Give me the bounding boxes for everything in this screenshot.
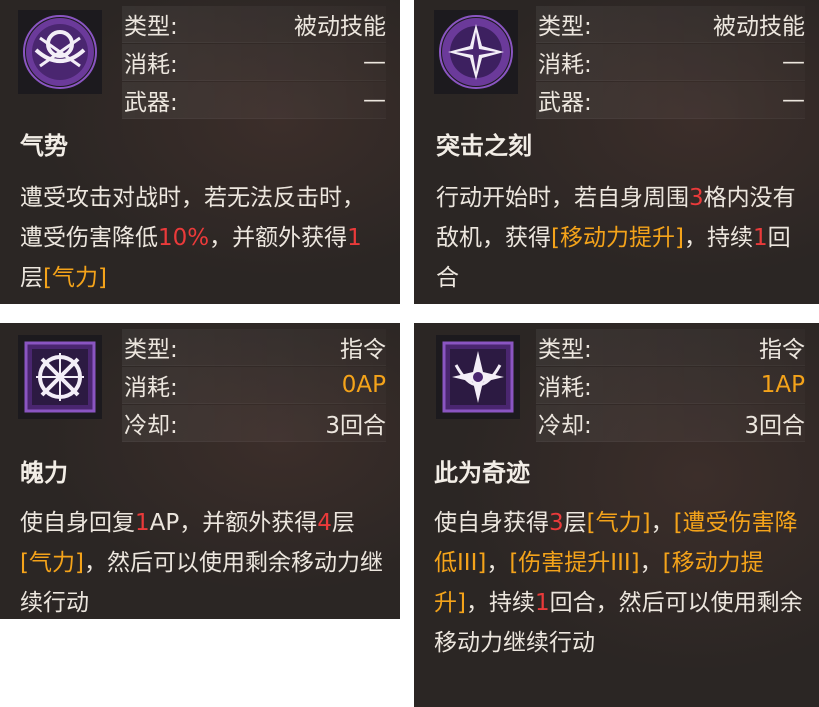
skill-card-ciweiqiji: 类型: 指令 消耗: 1AP 冷却: 3回合 此为奇迹 使自身获得3层[气力]，… [414, 323, 819, 707]
numeric-highlight: 10% [158, 225, 210, 251]
circle-emblem-icon [18, 10, 102, 94]
knot-emblem-icon [18, 335, 102, 419]
description-text: ， [486, 550, 510, 576]
stat-value: — [363, 49, 386, 75]
description-text: 行动开始时，若自身周围 [436, 185, 689, 211]
numeric-highlight: 3 [689, 185, 704, 211]
stat-label: 类型: [538, 14, 592, 40]
description-text: ， [639, 550, 663, 576]
stat-value: 被动技能 [294, 14, 386, 40]
description-text: AP，并额外获得 [149, 510, 318, 536]
skill-description: 使自身获得3层[气力]，[遭受伤害降低III]，[伤害提升III]，[移动力提升… [434, 503, 803, 663]
skill-description: 遭受攻击对战时，若无法反击时，遭受伤害降低10%，并额外获得1层[气力] [20, 178, 384, 298]
status-effect-keyword: [伤害提升III] [509, 550, 640, 576]
numeric-highlight: 1 [347, 225, 362, 251]
stat-value: 1AP [760, 372, 805, 398]
skill-title: 气势 [20, 132, 68, 160]
numeric-highlight: 3 [549, 510, 564, 536]
miracle-star-icon [436, 335, 520, 419]
status-effect-keyword: [气力] [586, 510, 651, 536]
stat-row-type: 类型: 被动技能 [536, 6, 805, 43]
stats-panel: 类型: 指令 消耗: 0AP 冷却: 3回合 [122, 329, 386, 443]
skill-card-qishi: 类型: 被动技能 消耗: — 武器: — 气势 遭受攻击对战时，若无法反击时，遭… [0, 0, 400, 304]
stat-row-cooldown: 冷却: 3回合 [122, 405, 386, 442]
numeric-highlight: 1 [534, 590, 550, 616]
description-text: 层 [563, 510, 587, 536]
numeric-highlight: 1 [135, 510, 150, 536]
description-text: 层 [331, 510, 355, 536]
description-text: ，持续 [465, 590, 535, 616]
skill-title: 此为奇迹 [434, 459, 530, 487]
status-effect-keyword: [气力] [43, 265, 107, 291]
status-effect-keyword: [气力] [20, 550, 84, 576]
description-text: 层 [20, 265, 43, 291]
numeric-highlight: 4 [317, 510, 332, 536]
status-effect-keyword: [移动力提升] [551, 225, 684, 251]
stats-panel: 类型: 指令 消耗: 1AP 冷却: 3回合 [536, 329, 805, 443]
stat-value: — [363, 87, 386, 113]
stat-value: 被动技能 [713, 14, 805, 40]
stat-row-weapon: 武器: — [536, 82, 805, 119]
stat-value: 0AP [341, 372, 386, 398]
stat-value: — [782, 87, 805, 113]
skill-title: 突击之刻 [436, 132, 532, 160]
skill-title: 魄力 [20, 459, 68, 487]
stat-value: 3回合 [744, 413, 805, 439]
shattered-star-icon [434, 10, 518, 94]
stat-row-type: 类型: 指令 [122, 329, 386, 366]
skill-description: 行动开始时，若自身周围3格内没有敌机，获得[移动力提升]，持续1回合 [436, 178, 803, 298]
description-text: ，并额外获得 [209, 225, 348, 251]
stat-label: 冷却: [538, 413, 592, 439]
stat-value: — [782, 49, 805, 75]
stat-label: 冷却: [124, 413, 178, 439]
stat-row-type: 类型: 被动技能 [122, 6, 386, 43]
skill-description: 使自身回复1AP，并额外获得4层[气力]，然后可以使用剩余移动力继续行动 [20, 503, 384, 619]
stat-label: 类型: [124, 14, 178, 40]
stat-label: 消耗: [538, 52, 592, 78]
description-text: 使自身回复 [20, 510, 135, 536]
stat-row-cost: 消耗: — [122, 44, 386, 81]
skill-card-tujizhike: 类型: 被动技能 消耗: — 武器: — 突击之刻 行动开始时，若自身周围3格内… [414, 0, 819, 304]
stats-panel: 类型: 被动技能 消耗: — 武器: — [122, 6, 386, 120]
skill-card-poli: 类型: 指令 消耗: 0AP 冷却: 3回合 魄力 使自身回复1AP，并额外获得… [0, 323, 400, 619]
description-text: ， [650, 510, 674, 536]
stat-label: 武器: [538, 90, 592, 116]
stat-value: 指令 [759, 337, 805, 363]
description-text: ，持续 [683, 225, 753, 251]
stat-label: 类型: [124, 337, 178, 363]
numeric-highlight: 1 [752, 225, 768, 251]
stat-value: 3回合 [325, 413, 386, 439]
stat-label: 消耗: [538, 375, 592, 401]
stat-label: 类型: [538, 337, 592, 363]
stat-row-cost: 消耗: 0AP [122, 367, 386, 404]
stat-label: 武器: [124, 90, 178, 116]
stat-row-weapon: 武器: — [122, 82, 386, 119]
stat-label: 消耗: [124, 52, 178, 78]
stat-row-type: 类型: 指令 [536, 329, 805, 366]
stats-panel: 类型: 被动技能 消耗: — 武器: — [536, 6, 805, 120]
stat-row-cost: 消耗: — [536, 44, 805, 81]
description-text: 使自身获得 [434, 510, 549, 536]
stat-row-cooldown: 冷却: 3回合 [536, 405, 805, 442]
stat-label: 消耗: [124, 375, 178, 401]
stat-value: 指令 [340, 337, 386, 363]
stat-row-cost: 消耗: 1AP [536, 367, 805, 404]
